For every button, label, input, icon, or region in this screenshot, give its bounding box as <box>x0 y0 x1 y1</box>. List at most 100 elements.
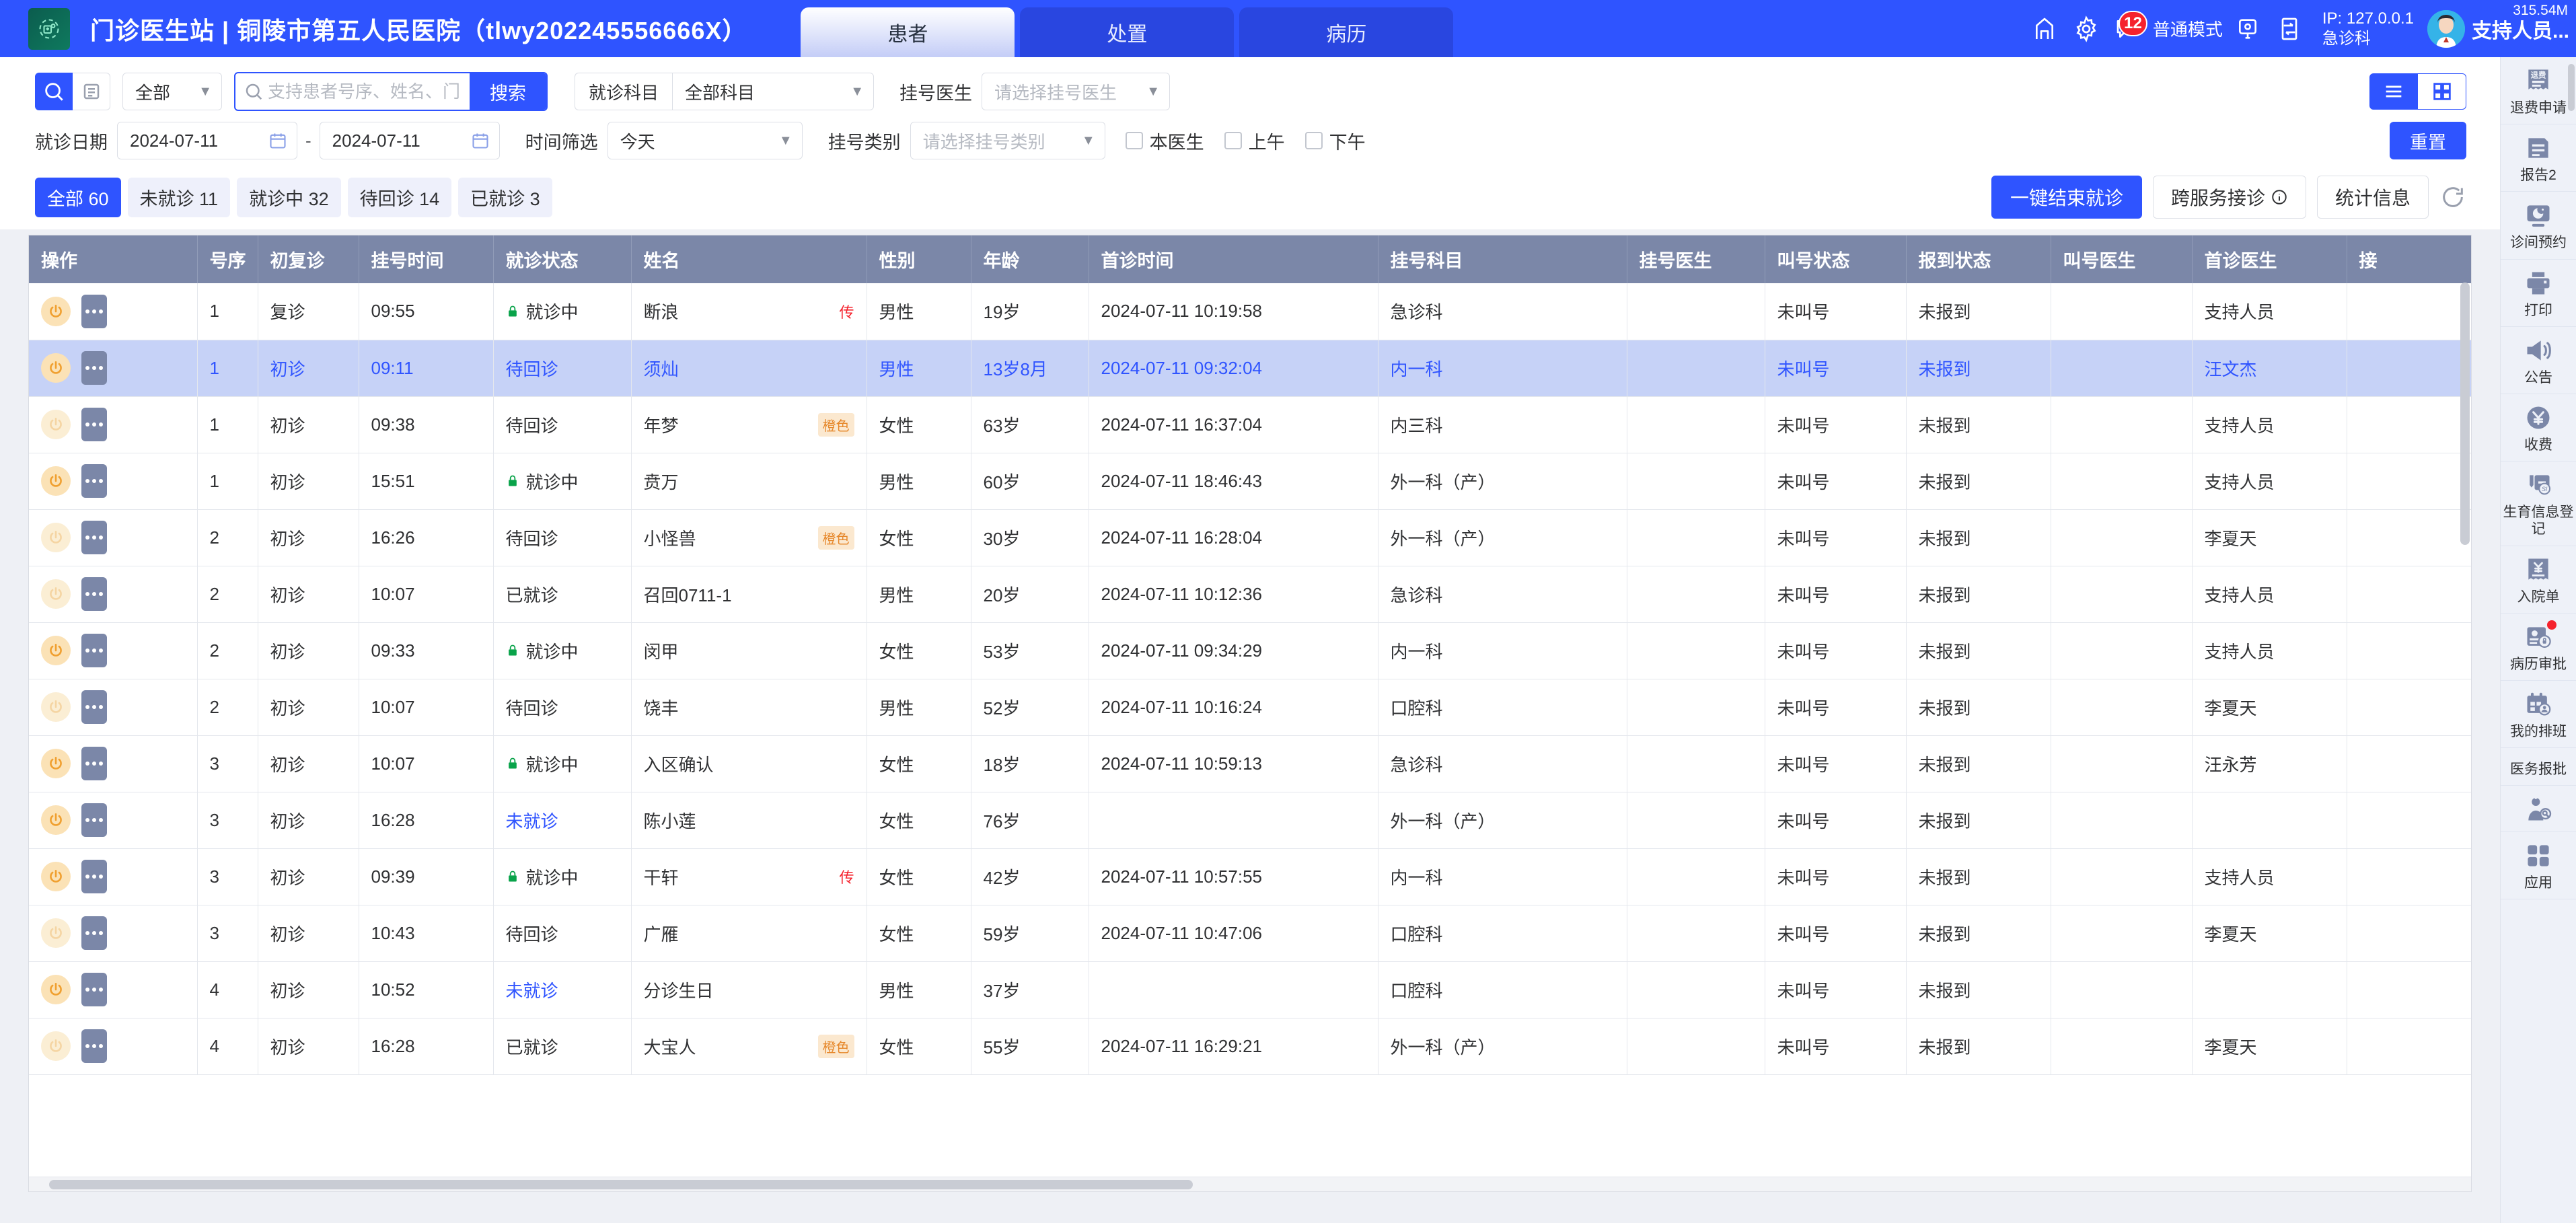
cell-name[interactable]: 贲万 <box>631 453 867 510</box>
table-row[interactable]: 2 初诊 16:26 待回诊 小怪兽 橙色 女性 30岁 2024-07-11 16:28:04… <box>29 509 2471 566</box>
status-tab-not-visited[interactable]: 未就诊 11 <box>127 177 231 217</box>
reg-type-select[interactable]: 请选择挂号类别 ▼ <box>910 122 1105 159</box>
search-button[interactable]: 搜索 <box>470 73 546 110</box>
checkbox-afternoon[interactable]: 下午 <box>1304 128 1366 154</box>
table-row[interactable]: 2 初诊 10:07 待回诊 饶丰 男性 52岁 2024-07-11 10:16:24 口腔科… <box>29 679 2471 736</box>
scrollbar-thumb[interactable] <box>2460 283 2470 545</box>
sidebar-item-8[interactable]: 入院单 <box>2501 546 2576 614</box>
power-button[interactable] <box>41 918 71 948</box>
power-button[interactable] <box>41 975 71 1004</box>
checkbox-own-doctor[interactable]: 本医生 <box>1125 128 1204 154</box>
tab-patients[interactable]: 患者 <box>801 7 1015 57</box>
cell-name[interactable]: 入区确认 <box>631 735 867 792</box>
cell-name[interactable]: 大宝人 橙色 <box>631 1018 867 1075</box>
cell-name[interactable]: 干轩 传 <box>631 848 867 905</box>
list-icon[interactable] <box>73 73 110 110</box>
table-row[interactable]: 1 初诊 15:51 就诊中 贲万 男性 60岁 2024-07-11 18:46:43 外一科… <box>29 453 2471 510</box>
table-horizontal-scrollbar[interactable] <box>29 1177 2471 1191</box>
more-actions-button[interactable] <box>81 634 107 667</box>
table-row[interactable]: 1 初诊 09:11 待回诊 须灿 男性 13岁8月 2024-07-11 09:32:04 内… <box>29 340 2471 397</box>
cell-name[interactable]: 小怪兽 橙色 <box>631 509 867 566</box>
visit-status[interactable]: 未就诊 <box>506 811 558 831</box>
status-tab-in-visit[interactable]: 就诊中 32 <box>237 177 341 217</box>
cell-name[interactable]: 广雁 <box>631 905 867 962</box>
department-select[interactable]: 全部科目 ▼ <box>672 73 875 110</box>
power-button[interactable] <box>41 579 71 609</box>
table-row[interactable]: 1 初诊 09:38 待回诊 年梦 橙色 女性 63岁 2024-07-11 16:37:04 内… <box>29 396 2471 453</box>
sidebar-item-12[interactable] <box>2501 786 2576 833</box>
power-button[interactable] <box>41 466 71 496</box>
search-box[interactable]: 搜索 <box>234 72 548 111</box>
scrollbar-thumb[interactable] <box>49 1180 1193 1189</box>
switch-icon[interactable] <box>2269 8 2310 50</box>
power-button[interactable] <box>41 353 71 383</box>
home-icon[interactable] <box>2024 8 2065 50</box>
tab-medical-record[interactable]: 病历 <box>1239 7 1454 57</box>
statistics-button[interactable]: 统计信息 <box>2316 176 2429 219</box>
status-tab-pending-return[interactable]: 待回诊 14 <box>347 177 452 217</box>
date-start-input[interactable]: 2024-07-11 <box>117 122 297 159</box>
screen-icon[interactable] <box>2227 8 2269 50</box>
visit-status[interactable]: 未就诊 <box>506 981 558 1001</box>
power-button[interactable] <box>41 1031 71 1061</box>
sidebar-item-1[interactable]: 退费 退费申请 <box>2501 57 2576 125</box>
more-actions-button[interactable] <box>81 521 107 554</box>
sidebar-item-9[interactable]: 病历审批 <box>2501 614 2576 681</box>
table-row[interactable]: 3 初诊 10:07 就诊中 入区确认 女性 18岁 2024-07-11 10:59:13 急… <box>29 735 2471 792</box>
cell-name[interactable]: 饶丰 <box>631 679 867 736</box>
search-input[interactable] <box>268 81 470 102</box>
status-tab-all[interactable]: 全部 60 <box>35 177 121 217</box>
message-icon[interactable]: 12 <box>2107 8 2149 50</box>
table-row[interactable]: 1 复诊 09:55 就诊中 断浪 传男性 19岁 2024-07-11 10:19:58 急诊… <box>29 283 2471 340</box>
more-actions-button[interactable] <box>81 351 107 385</box>
avatar[interactable] <box>2427 9 2465 48</box>
more-actions-button[interactable] <box>81 1029 107 1063</box>
sidebar-item-4[interactable]: 打印 <box>2501 260 2576 327</box>
list-view-icon[interactable] <box>2369 73 2418 110</box>
more-actions-button[interactable] <box>81 408 107 441</box>
sidebar-item-6[interactable]: 收费 <box>2501 394 2576 462</box>
power-button[interactable] <box>41 805 71 835</box>
cell-name[interactable]: 断浪 传 <box>631 283 867 340</box>
date-end-input[interactable]: 2024-07-11 <box>319 122 500 159</box>
checkbox-morning[interactable]: 上午 <box>1224 128 1285 154</box>
power-button[interactable] <box>41 410 71 439</box>
table-row[interactable]: 2 初诊 09:33 就诊中 闵甲 女性 53岁 2024-07-11 09:34:29 内一科… <box>29 622 2471 679</box>
cell-name[interactable]: 须灿 <box>631 340 867 397</box>
table-row[interactable]: 4 初诊 16:28 已就诊 大宝人 橙色 女性 55岁 2024-07-11 16:29:21… <box>29 1018 2471 1075</box>
sidebar-item-2[interactable]: 报告2 <box>2501 124 2576 192</box>
reg-doctor-select[interactable]: 请选择挂号医生 ▼ <box>982 73 1171 110</box>
power-button[interactable] <box>41 296 71 326</box>
sidebar-item-13[interactable]: 应用 <box>2501 832 2576 900</box>
power-button[interactable] <box>41 692 71 722</box>
cross-service-button[interactable]: 跨服务接诊 <box>2152 176 2306 219</box>
gear-icon[interactable] <box>2065 8 2107 50</box>
power-button[interactable] <box>41 749 71 778</box>
more-actions-button[interactable] <box>81 916 107 950</box>
power-button[interactable] <box>41 636 71 665</box>
time-filter-select[interactable]: 今天 ▼ <box>607 122 803 159</box>
more-actions-button[interactable] <box>81 860 107 893</box>
cell-name[interactable]: 闵甲 <box>631 622 867 679</box>
end-visit-button[interactable]: 一键结束就诊 <box>1991 176 2142 219</box>
tab-treatment[interactable]: 处置 <box>1020 7 1235 57</box>
sidebar-item-5[interactable]: 公告 <box>2501 327 2576 394</box>
more-actions-button[interactable] <box>81 803 107 837</box>
more-actions-button[interactable] <box>81 690 107 724</box>
cell-name[interactable]: 召回0711-1 <box>631 566 867 623</box>
refresh-icon[interactable] <box>2439 184 2466 211</box>
table-row[interactable]: 4 初诊 10:52 未就诊 分诊生日 男性 37岁 口腔科 未叫号 未报到 <box>29 961 2471 1018</box>
sidebar-item-11[interactable]: 医务报批 <box>2501 748 2576 786</box>
search-mode-icon[interactable] <box>35 73 73 110</box>
table-row[interactable]: 2 初诊 10:07 已就诊 召回0711-1 男性 20岁 2024-07-11 10:12… <box>29 566 2471 623</box>
sidebar-item-7[interactable]: SI 生育信息登记 <box>2501 461 2576 546</box>
more-actions-button[interactable] <box>81 294 107 328</box>
more-actions-button[interactable] <box>81 577 107 611</box>
table-row[interactable]: 3 初诊 16:28 未就诊 陈小莲 女性 76岁 外一科（产） 未叫号 未报到 <box>29 792 2471 849</box>
sidebar-item-3[interactable]: 诊间预约 <box>2501 192 2576 260</box>
grid-view-icon[interactable] <box>2418 73 2466 110</box>
cell-name[interactable]: 分诊生日 <box>631 961 867 1018</box>
power-button[interactable] <box>41 862 71 891</box>
reset-button[interactable]: 重置 <box>2390 122 2466 159</box>
more-actions-button[interactable] <box>81 973 107 1006</box>
